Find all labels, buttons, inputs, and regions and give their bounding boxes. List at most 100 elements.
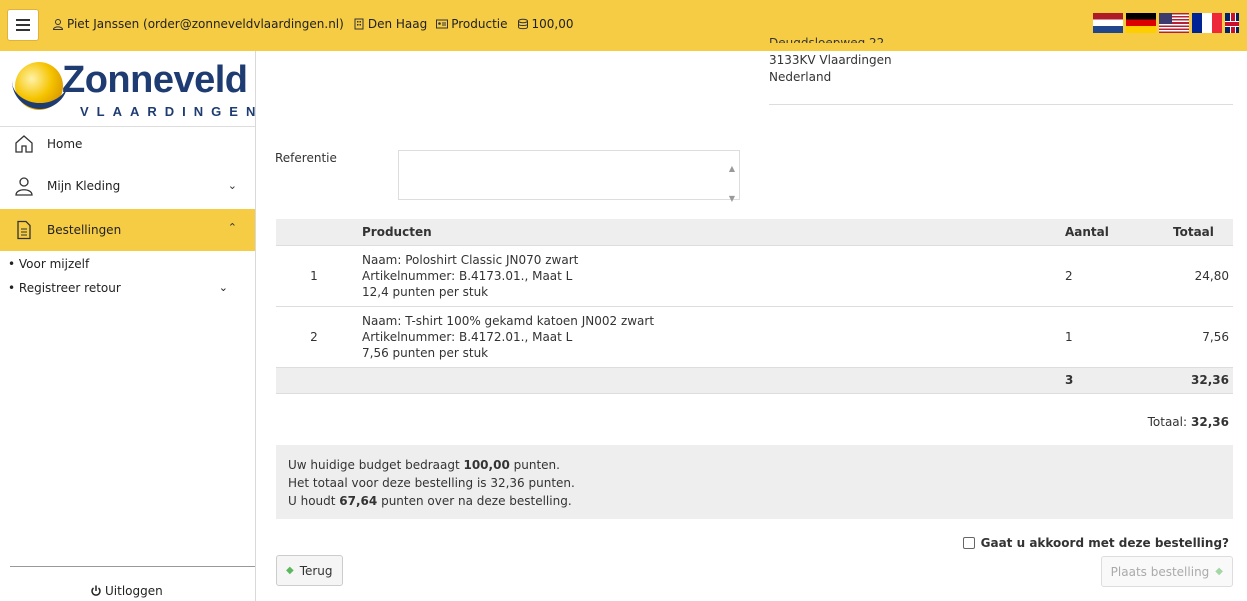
product-name: Naam: Poloshirt Classic JN070 zwart — [362, 252, 579, 267]
coins-icon — [517, 18, 528, 30]
remaining-amount: 67,64 — [339, 494, 378, 508]
logo-name: Zonneveld — [62, 59, 248, 101]
hamburger-icon — [16, 19, 30, 31]
place-order-label: Plaats bestelling — [1110, 564, 1210, 579]
order-total-value: 32,36 — [1191, 415, 1229, 429]
location-info: Den Haag — [353, 17, 427, 31]
sidebar-item-label: Home — [47, 137, 83, 151]
order-total-label: Totaal: — [1147, 415, 1188, 429]
address-line-2: 3133KV Vlaardingen — [769, 53, 892, 67]
sidebar-item-home[interactable]: Home — [0, 123, 255, 165]
sidebar-subitem-label: • Registreer retour — [8, 281, 121, 295]
table-row: 1 Naam: Poloshirt Classic JN070 zwart Ar… — [276, 245, 1233, 307]
header-total: Totaal — [1173, 219, 1233, 246]
sidebar-item-bestellingen[interactable]: Bestellingen ⌃ — [0, 209, 255, 251]
budget-text: Uw huidige budget bedraagt — [288, 458, 464, 472]
place-order-button[interactable]: Plaats bestelling ◆ — [1100, 556, 1233, 587]
budget-line-3: U houdt 67,64 punten over na deze bestel… — [288, 492, 1221, 510]
agree-checkbox[interactable] — [962, 537, 975, 549]
top-bar: Piet Janssen (order@zonneveldvlaardingen… — [0, 0, 1247, 51]
quantity-cell: 1 — [1065, 306, 1173, 368]
sidebar-subitem-voor-mijzelf[interactable]: • Voor mijzelf — [8, 257, 243, 271]
row-number: 2 — [276, 306, 362, 368]
sidebar-subitem-label: • Voor mijzelf — [8, 257, 90, 271]
product-points: 7,56 punten per stuk — [362, 345, 489, 360]
user-name: Piet Janssen (order@zonneveldvlaardingen… — [67, 17, 344, 31]
chevron-up-icon: ⌃ — [227, 221, 237, 234]
product-name: Naam: T-shirt 100% gekamd katoen JN002 z… — [362, 313, 655, 328]
logout-button[interactable]: Uitloggen — [90, 584, 163, 598]
id-card-icon — [436, 19, 449, 29]
flag-de-icon[interactable] — [1126, 13, 1156, 33]
budget-summary: Uw huidige budget bedraagt 100,00 punten… — [276, 445, 1233, 519]
budget-line-1: Uw huidige budget bedraagt 100,00 punten… — [288, 456, 1221, 474]
budget-text: punten. — [509, 458, 560, 472]
chevron-down-icon: ⌄ — [227, 179, 237, 192]
reference-label: Referentie — [275, 151, 337, 165]
address-divider — [769, 104, 1233, 105]
budget-line-2: Het totaal voor deze bestelling is 32,36… — [288, 476, 575, 490]
product-article: Artikelnummer: B.4172.01., Maat L — [362, 329, 573, 344]
sidebar-bottom-divider — [10, 566, 255, 567]
sidebar-item-label: Mijn Kleding — [47, 179, 121, 193]
flag-fr-icon[interactable] — [1192, 13, 1222, 33]
logo: Zonneveld VLAARDINGEN — [12, 59, 255, 121]
logout-label: Uitloggen — [105, 584, 163, 598]
power-icon — [91, 585, 101, 596]
table-row: 2 Naam: T-shirt 100% gekamd katoen JN002… — [276, 306, 1233, 368]
product-article: Artikelnummer: B.4173.01., Maat L — [362, 268, 573, 283]
address-line-1: Deugdsloepweg 22 — [769, 36, 885, 43]
flag-uk-icon[interactable] — [1225, 13, 1239, 33]
agree-checkbox-row[interactable]: Gaat u akkoord met deze bestelling? — [962, 536, 1229, 550]
total-cell: 7,56 — [1173, 306, 1233, 368]
table-total-row: 3 32,36 — [276, 367, 1233, 394]
row-number: 1 — [276, 245, 362, 307]
empty-cell — [362, 367, 1065, 394]
menu-toggle-button[interactable] — [7, 9, 39, 41]
building-icon — [354, 18, 364, 30]
table-header-row: Producten Aantal Totaal — [276, 219, 1233, 246]
user-icon — [52, 19, 64, 30]
scroll-arrows-icon: ▲ ▼ — [728, 164, 735, 203]
reference-textarea[interactable]: ▲ ▼ — [398, 150, 740, 203]
agree-label: Gaat u akkoord met deze bestelling? — [980, 536, 1229, 550]
sidebar: Zonneveld VLAARDINGEN Home Mijn Kleding … — [0, 51, 256, 601]
language-selector — [1093, 13, 1239, 33]
flag-nl-icon[interactable] — [1093, 13, 1123, 33]
quantity-cell: 2 — [1065, 245, 1173, 307]
address-line-3: Nederland — [769, 70, 832, 84]
sum-quantity: 3 — [1065, 367, 1173, 394]
budget-amount: 100,00 — [463, 458, 510, 472]
back-button[interactable]: ◆ Terug — [276, 555, 343, 586]
header-number — [276, 219, 362, 246]
logo-subtitle: VLAARDINGEN — [80, 104, 264, 119]
chevron-down-icon: ⌄ — [218, 281, 228, 294]
product-points: 12,4 punten per stuk — [362, 284, 489, 299]
total-cell: 24,80 — [1173, 245, 1233, 307]
sidebar-item-label: Bestellingen — [47, 223, 122, 237]
arrow-right-icon: ◆ — [1215, 566, 1223, 577]
sidebar-item-mijn-kleding[interactable]: Mijn Kleding ⌄ — [0, 165, 255, 207]
location-name: Den Haag — [367, 17, 428, 31]
product-cell: Naam: Poloshirt Classic JN070 zwart Arti… — [362, 245, 1065, 307]
header-products: Producten — [362, 219, 1065, 246]
budget-value: 100,00 — [531, 17, 574, 31]
products-table: Producten Aantal Totaal 1 Naam: Poloshir… — [276, 219, 1233, 394]
flag-us-icon[interactable] — [1159, 13, 1189, 33]
department-name: Productie — [451, 17, 508, 31]
arrow-left-icon: ◆ — [286, 565, 294, 576]
order-total: Totaal: 32,36 — [1148, 415, 1229, 429]
delivery-address: Deugdsloepweg 22 3133KV Vlaardingen Nede… — [769, 36, 892, 86]
department-info: Productie — [436, 17, 508, 31]
budget-text: U houdt — [288, 494, 340, 508]
budget-info: 100,00 — [517, 17, 574, 31]
sidebar-subitem-registreer-retour[interactable]: • Registreer retour ⌄ — [8, 281, 243, 295]
empty-cell — [276, 367, 362, 394]
document-icon — [17, 220, 31, 240]
user-info: Piet Janssen (order@zonneveldvlaardingen… — [52, 17, 344, 31]
product-cell: Naam: T-shirt 100% gekamd katoen JN002 z… — [362, 306, 1065, 368]
sum-total: 32,36 — [1173, 367, 1233, 394]
swoosh-logo-icon — [12, 81, 68, 109]
user-icon — [15, 177, 33, 196]
back-label: Terug — [299, 563, 333, 578]
